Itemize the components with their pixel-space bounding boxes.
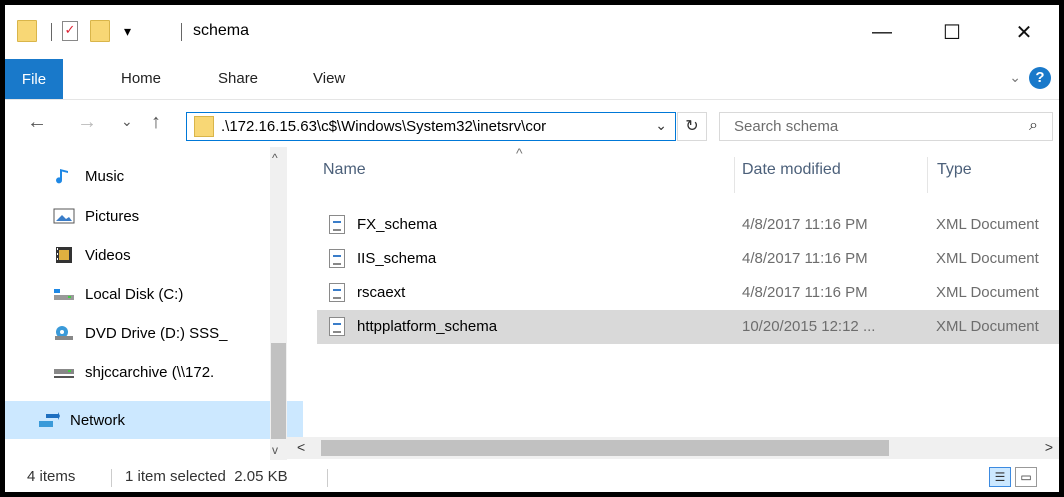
- music-icon: [56, 169, 68, 184]
- scroll-thumb[interactable]: [321, 440, 889, 456]
- folder-icon: [17, 20, 37, 42]
- folder-icon: [194, 116, 214, 137]
- nav-scrollbar[interactable]: ^ v: [270, 147, 287, 460]
- details-view-icon[interactable]: ☰: [989, 467, 1011, 487]
- file-type: XML Document: [936, 250, 1039, 267]
- nav-item-label: Videos: [85, 246, 131, 264]
- column-divider[interactable]: [927, 157, 928, 193]
- file-list: ^ Name Date modified Type FX_schema 4/8/…: [287, 145, 1059, 460]
- nav-item-label: Pictures: [85, 207, 140, 225]
- scroll-left-icon[interactable]: <: [297, 439, 305, 455]
- address-dropdown-icon[interactable]: ⌄: [655, 117, 667, 134]
- table-row[interactable]: IIS_schema 4/8/2017 11:16 PM XML Documen…: [317, 242, 1059, 276]
- back-button[interactable]: ←: [27, 111, 47, 134]
- horizontal-scrollbar[interactable]: < >: [287, 437, 1059, 459]
- file-date: 4/8/2017 11:16 PM: [742, 216, 868, 233]
- address-bar[interactable]: .\172.16.15.63\c$\Windows\System32\inets…: [186, 112, 676, 141]
- collapse-ribbon-icon[interactable]: ⌄: [1009, 69, 1021, 86]
- separator: [181, 23, 182, 41]
- help-icon[interactable]: ?: [1029, 67, 1051, 89]
- new-folder-icon[interactable]: [90, 20, 110, 42]
- nav-item-label: Network: [70, 411, 126, 429]
- item-count: 4 items: [27, 468, 76, 485]
- tab-share[interactable]: Share: [218, 70, 258, 87]
- tab-home[interactable]: Home: [121, 70, 161, 87]
- scroll-up-icon[interactable]: ^: [272, 151, 278, 165]
- navigation-pane: Music Pictures Videos Local Disk (C:) DV…: [5, 147, 303, 460]
- up-button[interactable]: ↑: [151, 111, 161, 134]
- search-placeholder: Search schema: [734, 118, 839, 135]
- file-date: 4/8/2017 11:16 PM: [742, 284, 868, 301]
- search-icon[interactable]: ⌕: [1029, 117, 1038, 135]
- minimize-button[interactable]: —: [847, 5, 917, 59]
- qat-dropdown-icon[interactable]: ▾: [124, 23, 131, 40]
- drive-icon: [54, 289, 74, 300]
- explorer-window: ✓ ▾ schema — ☐ ✕ File Home Share View ⌄ …: [5, 5, 1059, 492]
- file-name: httpplatform_schema: [357, 318, 498, 335]
- table-row[interactable]: FX_schema 4/8/2017 11:16 PM XML Document: [317, 208, 1059, 242]
- recent-locations-button[interactable]: ⌄: [121, 113, 133, 130]
- file-name: rscaext: [357, 284, 406, 301]
- nav-item-label: shjccarchive (\\172.: [85, 363, 215, 381]
- file-name: FX_schema: [357, 216, 438, 233]
- large-icons-view-icon[interactable]: ▭: [1015, 467, 1037, 487]
- scroll-down-icon[interactable]: v: [272, 443, 278, 457]
- selection-info: 1 item selected 2.05 KB: [125, 468, 288, 485]
- column-divider[interactable]: [734, 157, 735, 193]
- xml-file-icon: [329, 215, 345, 234]
- table-row-selected[interactable]: httpplatform_schema 10/20/2015 12:12 ...…: [317, 310, 1059, 344]
- forward-button[interactable]: →: [77, 111, 97, 134]
- file-date: 10/20/2015 12:12 ...: [742, 318, 876, 335]
- maximize-button[interactable]: ☐: [917, 5, 987, 59]
- separator: [51, 23, 52, 41]
- title-bar: ✓ ▾ schema — ☐ ✕: [5, 5, 1059, 59]
- properties-icon[interactable]: ✓: [62, 21, 78, 41]
- separator: [327, 469, 328, 487]
- nav-item-label: Music: [85, 167, 125, 185]
- tab-view[interactable]: View: [313, 70, 345, 87]
- close-button[interactable]: ✕: [989, 5, 1059, 59]
- file-type: XML Document: [936, 284, 1039, 301]
- network-icon: [39, 412, 60, 427]
- separator: [111, 469, 112, 487]
- status-bar: 4 items 1 item selected 2.05 KB ☰ ▭: [5, 461, 1059, 492]
- dvd-icon: [55, 326, 73, 340]
- refresh-button[interactable]: ↻: [677, 112, 707, 141]
- file-type: XML Document: [936, 216, 1039, 233]
- column-header-type[interactable]: Type: [937, 147, 972, 193]
- tab-file[interactable]: File: [5, 59, 63, 99]
- nav-item-network[interactable]: Network: [5, 401, 303, 439]
- file-name: IIS_schema: [357, 250, 437, 267]
- search-input[interactable]: Search schema ⌕: [719, 112, 1053, 141]
- videos-icon: [56, 247, 72, 263]
- address-path[interactable]: .\172.16.15.63\c$\Windows\System32\inets…: [221, 118, 631, 135]
- table-row[interactable]: rscaext 4/8/2017 11:16 PM XML Document: [317, 276, 1059, 310]
- nav-item-label: Local Disk (C:): [85, 285, 184, 303]
- sort-ascending-icon: ^: [516, 145, 523, 161]
- scroll-thumb[interactable]: [271, 343, 286, 439]
- ribbon: File Home Share View ⌄ ?: [5, 59, 1059, 100]
- network-drive-icon: [54, 369, 74, 378]
- window-title: schema: [193, 22, 250, 39]
- file-type: XML Document: [936, 318, 1039, 335]
- column-header-date[interactable]: Date modified: [742, 147, 841, 193]
- xml-file-icon: [329, 317, 345, 336]
- xml-file-icon: [329, 283, 345, 302]
- nav-item-label: DVD Drive (D:) SSS_: [85, 324, 228, 342]
- column-header-name[interactable]: Name: [323, 147, 366, 193]
- scroll-right-icon[interactable]: >: [1045, 439, 1053, 455]
- address-row: ← → ⌄ ↑ .\172.16.15.63\c$\Windows\System…: [5, 101, 1059, 147]
- pictures-icon: [53, 208, 75, 224]
- file-date: 4/8/2017 11:16 PM: [742, 250, 868, 267]
- xml-file-icon: [329, 249, 345, 268]
